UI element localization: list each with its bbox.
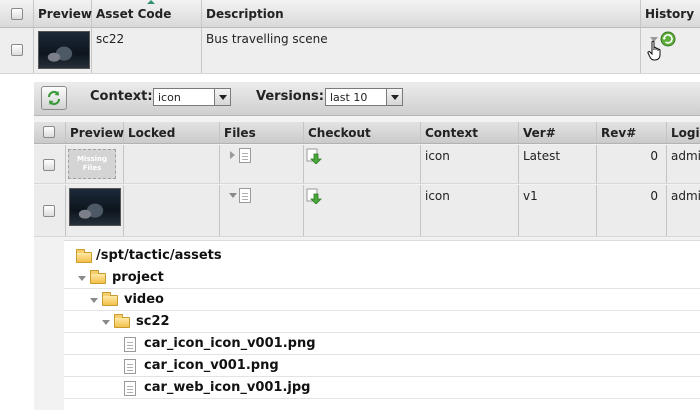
snapshot-row-checkbox[interactable] xyxy=(43,205,55,217)
document-icon xyxy=(124,381,136,396)
header-preview[interactable]: Preview xyxy=(34,0,92,27)
snapshot-panel: Context: icon Versions: last 10 Preview … xyxy=(34,82,700,410)
header-description[interactable]: Description xyxy=(202,0,641,27)
locked-cell xyxy=(124,145,220,183)
asset-row[interactable]: sc22 Bus travelling scene xyxy=(0,28,700,74)
header-files[interactable]: Files xyxy=(220,122,304,143)
folder-icon xyxy=(90,270,106,284)
file-tree: /spt/tactic/assets project video sc22 ca… xyxy=(64,240,700,410)
header-ver[interactable]: Ver# xyxy=(519,122,597,143)
tree-file-label: car_icon_v001.png xyxy=(144,358,279,373)
snapshot-row[interactable]: Missing Files icon Latest 0 admin xyxy=(34,145,700,184)
snapshot-context: icon xyxy=(425,189,450,203)
document-icon xyxy=(124,359,136,374)
folder-icon xyxy=(76,249,92,263)
versions-label: Versions: xyxy=(256,89,324,104)
snapshot-version: Latest xyxy=(523,149,561,163)
document-icon xyxy=(124,337,136,352)
versions-select-value: last 10 xyxy=(330,91,368,104)
header-snapshot-preview[interactable]: Preview xyxy=(66,122,124,143)
context-select[interactable]: icon xyxy=(153,88,231,106)
snapshot-login: admin xyxy=(671,189,700,203)
snapshot-row-checkbox[interactable] xyxy=(43,159,55,171)
tree-folder-label: video xyxy=(124,292,164,307)
asset-description-value: Bus travelling scene xyxy=(206,32,328,46)
folder-icon xyxy=(114,314,130,328)
folder-collapse-icon[interactable] xyxy=(78,276,86,281)
tree-root-label: /spt/tactic/assets xyxy=(96,248,222,263)
tree-folder-video[interactable]: video xyxy=(64,289,700,311)
hand-cursor-icon xyxy=(647,40,661,61)
tree-file-label: car_icon_icon_v001.png xyxy=(144,336,316,351)
versions-select[interactable]: last 10 xyxy=(325,88,403,106)
header-context[interactable]: Context xyxy=(421,122,519,143)
tree-folder-label: project xyxy=(112,270,164,285)
snapshot-version: v1 xyxy=(523,189,538,203)
files-collapse-icon[interactable] xyxy=(229,193,237,198)
tree-file[interactable]: car_web_icon_v001.jpg xyxy=(64,377,700,399)
context-select-value: icon xyxy=(158,91,181,104)
folder-icon xyxy=(102,292,118,306)
checkout-arrow-icon[interactable] xyxy=(306,148,322,164)
snapshot-revision: 0 xyxy=(650,189,658,203)
snapshot-login: admin xyxy=(671,149,700,163)
files-expand-icon[interactable] xyxy=(230,151,235,159)
header-history[interactable]: History xyxy=(641,0,700,27)
snapshot-select-all-checkbox[interactable] xyxy=(43,126,55,138)
snapshot-preview-thumbnail[interactable] xyxy=(69,188,121,226)
document-icon[interactable] xyxy=(239,188,251,203)
tree-file-label: car_web_icon_v001.jpg xyxy=(144,380,311,395)
asset-table-header: Preview Asset Code Description History xyxy=(0,0,700,28)
snapshot-revision: 0 xyxy=(650,149,658,163)
header-checkout[interactable]: Checkout xyxy=(304,122,421,143)
document-icon[interactable] xyxy=(239,148,251,163)
refresh-icon xyxy=(47,90,61,106)
tree-file[interactable]: car_icon_icon_v001.png xyxy=(64,333,700,355)
header-asset-code[interactable]: Asset Code xyxy=(92,0,202,27)
asset-preview-thumbnail[interactable] xyxy=(38,31,90,69)
snapshot-row[interactable]: icon v1 0 admin xyxy=(34,185,700,237)
snapshot-context: icon xyxy=(425,149,450,163)
folder-collapse-icon[interactable] xyxy=(102,320,110,325)
chevron-down-icon xyxy=(386,89,402,105)
asset-code-value: sc22 xyxy=(96,32,125,46)
header-locked[interactable]: Locked xyxy=(124,122,220,143)
locked-cell xyxy=(124,185,220,236)
chevron-down-icon xyxy=(214,89,230,105)
folder-collapse-icon[interactable] xyxy=(90,298,98,303)
header-rev[interactable]: Rev# xyxy=(597,122,667,143)
tree-folder-project[interactable]: project xyxy=(64,267,700,289)
tree-folder-label: sc22 xyxy=(136,314,170,329)
missing-files-placeholder: Missing Files xyxy=(68,149,116,179)
checkout-arrow-icon[interactable] xyxy=(306,188,322,204)
header-login[interactable]: Login xyxy=(667,122,700,143)
tree-folder-sc22[interactable]: sc22 xyxy=(64,311,700,333)
context-label: Context: xyxy=(90,89,153,104)
header-select-all-cell xyxy=(0,0,34,27)
tree-root[interactable]: /spt/tactic/assets xyxy=(64,245,700,267)
sort-asc-icon xyxy=(147,0,155,4)
snapshot-toolbar: Context: icon Versions: last 10 xyxy=(34,82,700,116)
tree-file[interactable]: car_icon_v001.png xyxy=(64,355,700,377)
snapshot-table-header: Preview Locked Files Checkout Context Ve… xyxy=(34,122,700,144)
asset-row-checkbox[interactable] xyxy=(11,44,23,56)
refresh-button[interactable] xyxy=(41,86,67,110)
select-all-checkbox[interactable] xyxy=(11,8,23,20)
